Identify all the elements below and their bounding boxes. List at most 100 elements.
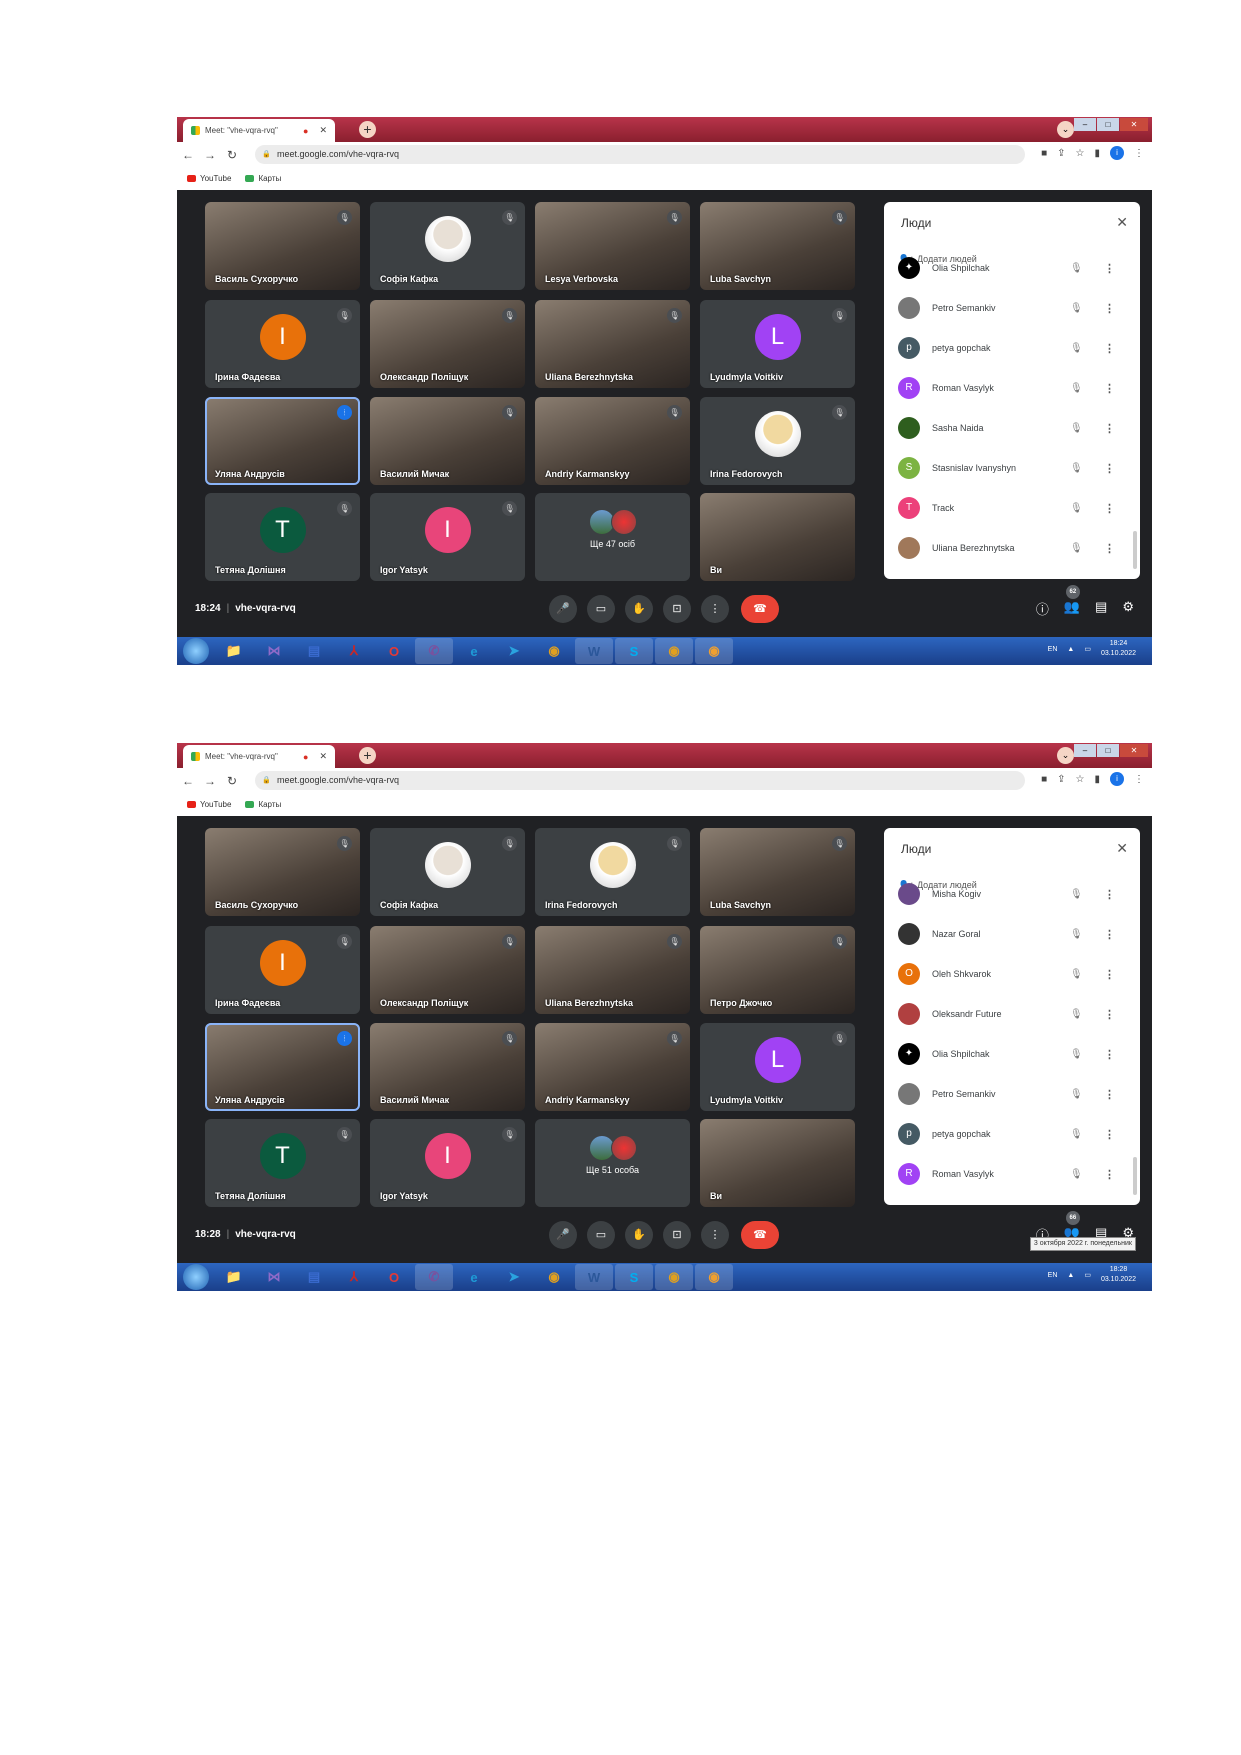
person-row[interactable]: Uliana Berezhnytska 🎙 ⋮: [884, 528, 1140, 568]
taskbar-opera-icon[interactable]: O: [375, 1264, 413, 1290]
participant-tile[interactable]: Василий Мичак 🎙: [370, 1023, 525, 1111]
minimize-button[interactable]: –: [1074, 744, 1096, 757]
bookmark-star-icon[interactable]: ☆: [1076, 148, 1085, 159]
present-button[interactable]: ⊡: [663, 1221, 691, 1249]
camera-icon[interactable]: ■: [1041, 774, 1047, 785]
participant-tile[interactable]: Uliana Berezhnytska 🎙: [535, 926, 690, 1014]
participant-tile[interactable]: Andriy Karmanskyy 🎙: [535, 397, 690, 485]
more-options-icon[interactable]: ⋮: [1104, 382, 1115, 395]
participant-tile[interactable]: Уляна Андрусів ⦙: [205, 397, 360, 485]
person-row[interactable]: S Stasnislav Ivanyshyn 🎙 ⋮: [884, 448, 1140, 488]
sidebar-icon[interactable]: ▮: [1094, 148, 1100, 159]
tab-search-button[interactable]: ⌄: [1057, 747, 1074, 764]
taskbar-chrome-icon[interactable]: ◉: [535, 1264, 573, 1290]
more-options-icon[interactable]: ⋮: [1104, 422, 1115, 435]
taskbar-viber-icon[interactable]: ✆: [415, 638, 453, 664]
taskbar-telegram-icon[interactable]: ➤: [495, 1264, 533, 1290]
taskbar-chrome-canary-icon[interactable]: ◉: [695, 1264, 733, 1290]
tray-expand-icon[interactable]: ▲: [1067, 646, 1074, 653]
participant-tile[interactable]: Lesya Verbovska 🎙: [535, 202, 690, 290]
participant-tile[interactable]: Luba Savchyn 🎙: [700, 202, 855, 290]
participant-tile[interactable]: I Igor Yatsyk 🎙: [370, 1119, 525, 1207]
more-options-icon[interactable]: ⋮: [1104, 1048, 1115, 1061]
profile-avatar[interactable]: i: [1110, 146, 1124, 160]
url-input[interactable]: meet.google.com/vhe-vqra-rvq: [255, 771, 1025, 790]
taskbar-chrome-icon[interactable]: ◉: [535, 638, 573, 664]
end-call-button[interactable]: ☎: [741, 1221, 779, 1249]
more-options-icon[interactable]: ⋮: [1104, 462, 1115, 475]
participant-tile[interactable]: I Ірина Фадеєва 🎙: [205, 300, 360, 388]
reload-icon[interactable]: ↻: [221, 148, 243, 162]
more-options-icon[interactable]: ⋮: [1104, 968, 1115, 981]
more-options-button[interactable]: ⋮: [701, 595, 729, 623]
sidebar-icon[interactable]: ▮: [1094, 774, 1100, 785]
taskbar-acrobat-icon[interactable]: ⅄: [335, 1264, 373, 1290]
participant-tile[interactable]: T Тетяна Долішня 🎙: [205, 1119, 360, 1207]
participant-tile[interactable]: Василий Мичак 🎙: [370, 397, 525, 485]
person-row[interactable]: Sasha Naida 🎙 ⋮: [884, 408, 1140, 448]
more-options-icon[interactable]: ⋮: [1104, 888, 1115, 901]
close-panel-icon[interactable]: ✕: [1116, 840, 1128, 857]
taskbar-word-icon[interactable]: W: [575, 1264, 613, 1290]
taskbar-edge-icon[interactable]: e: [455, 1264, 493, 1290]
participant-tile[interactable]: Uliana Berezhnytska 🎙: [535, 300, 690, 388]
forward-icon[interactable]: →: [199, 774, 221, 788]
info-icon[interactable]: ⓘ: [1036, 599, 1049, 618]
start-button[interactable]: [183, 638, 209, 664]
person-row[interactable]: Nazar Goral 🎙 ⋮: [884, 914, 1140, 954]
participant-tile[interactable]: L Lyudmyla Voitkiv 🎙: [700, 300, 855, 388]
reload-icon[interactable]: ↻: [221, 774, 243, 788]
microphone-button[interactable]: 🎤: [549, 595, 577, 623]
tray-expand-icon[interactable]: ▲: [1067, 1272, 1074, 1279]
participant-tile[interactable]: Василь Сухоручко 🎙: [205, 202, 360, 290]
taskbar-floppy-icon[interactable]: ▤: [295, 1264, 333, 1290]
start-button[interactable]: [183, 1264, 209, 1290]
panel-scrollbar[interactable]: [1133, 1157, 1137, 1195]
new-tab-button[interactable]: +: [359, 121, 376, 138]
bookmark-youtube[interactable]: YouTube: [187, 174, 231, 183]
person-row[interactable]: ✦ Olia Shpilchak 🎙 ⋮: [884, 248, 1140, 288]
participant-tile[interactable]: Andriy Karmanskyy 🎙: [535, 1023, 690, 1111]
people-icon[interactable]: 👥 62: [1064, 585, 1080, 618]
close-panel-icon[interactable]: ✕: [1116, 214, 1128, 231]
menu-icon[interactable]: ⋮: [1134, 774, 1144, 785]
participant-tile[interactable]: Олександр Поліщук 🎙: [370, 300, 525, 388]
taskbar-telegram-icon[interactable]: ➤: [495, 638, 533, 664]
participant-tile[interactable]: Василь Сухоручко 🎙: [205, 828, 360, 916]
language-indicator[interactable]: EN: [1048, 1272, 1058, 1279]
taskbar-word-icon[interactable]: W: [575, 638, 613, 664]
taskbar-chrome-canary-icon[interactable]: ◉: [695, 638, 733, 664]
person-row[interactable]: p petya gopchak 🎙 ⋮: [884, 1114, 1140, 1154]
more-options-icon[interactable]: ⋮: [1104, 1168, 1115, 1181]
taskbar-visual-studio-icon[interactable]: ⋈: [255, 638, 293, 664]
more-options-icon[interactable]: ⋮: [1104, 262, 1115, 275]
forward-icon[interactable]: →: [199, 148, 221, 162]
participant-tile[interactable]: Софія Кафка 🎙: [370, 202, 525, 290]
taskbar-chrome-icon[interactable]: ◉: [655, 638, 693, 664]
more-options-icon[interactable]: ⋮: [1104, 1088, 1115, 1101]
network-icon[interactable]: ▭: [1084, 1271, 1091, 1279]
language-indicator[interactable]: EN: [1048, 646, 1058, 653]
present-button[interactable]: ⊡: [663, 595, 691, 623]
share-icon[interactable]: ⇪: [1057, 774, 1065, 785]
microphone-button[interactable]: 🎤: [549, 1221, 577, 1249]
activities-icon[interactable]: ⚙: [1122, 599, 1134, 618]
participant-tile[interactable]: Ви: [700, 1119, 855, 1207]
participant-tile[interactable]: I Ірина Фадеєва 🎙: [205, 926, 360, 1014]
participant-tile[interactable]: Олександр Поліщук 🎙: [370, 926, 525, 1014]
taskbar-skype-icon[interactable]: S: [615, 638, 653, 664]
minimize-button[interactable]: –: [1074, 118, 1096, 131]
panel-scrollbar[interactable]: [1133, 531, 1137, 569]
person-row[interactable]: O Oleh Shkvarok 🎙 ⋮: [884, 954, 1140, 994]
person-row[interactable]: R Roman Vasylyk 🎙 ⋮: [884, 368, 1140, 408]
more-options-icon[interactable]: ⋮: [1104, 1128, 1115, 1141]
raise-hand-button[interactable]: ✋: [625, 1221, 653, 1249]
browser-tab[interactable]: Meet: "vhe-vqra-rvq" ● ✕: [183, 745, 335, 768]
menu-icon[interactable]: ⋮: [1134, 148, 1144, 159]
participant-tile[interactable]: Ще 51 особа: [535, 1119, 690, 1207]
person-row[interactable]: Misha Kogiv 🎙 ⋮: [884, 874, 1140, 914]
person-row[interactable]: Petro Semankiv 🎙 ⋮: [884, 288, 1140, 328]
taskbar-explorer-icon[interactable]: 📁: [215, 638, 253, 664]
share-icon[interactable]: ⇪: [1057, 148, 1065, 159]
maximize-button[interactable]: □: [1097, 744, 1119, 757]
